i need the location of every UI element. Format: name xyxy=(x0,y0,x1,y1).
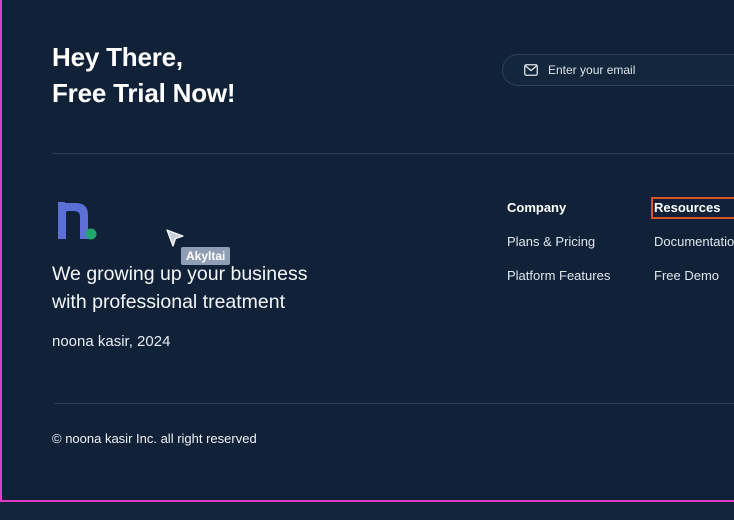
footer-nav-resources: Resources Documentation Free Demo xyxy=(650,197,734,285)
headline-line-1: Hey There, xyxy=(52,42,183,72)
nav-link-free-demo[interactable]: Free Demo xyxy=(654,267,734,285)
noona-logo xyxy=(58,202,97,240)
nav-link-platform-features[interactable]: Platform Features xyxy=(507,267,610,285)
tagline-line-2: with professional treatment xyxy=(52,291,286,313)
footer-frame: Hey There, Free Trial Now! We growing up… xyxy=(0,0,734,502)
cta-headline: Hey There, Free Trial Now! xyxy=(52,39,236,111)
copyright-text: © noona kasir Inc. all right reserved xyxy=(52,431,257,446)
footer-nav-company: Company Plans & Pricing Platform Feature… xyxy=(507,199,610,285)
section-divider-bottom xyxy=(54,403,734,404)
nav-link-documentation[interactable]: Documentation xyxy=(654,233,734,251)
email-subscribe-field[interactable] xyxy=(502,54,734,86)
email-input[interactable] xyxy=(548,59,734,81)
nav-heading-company[interactable]: Company xyxy=(507,199,610,217)
bottom-strip xyxy=(0,502,734,520)
section-divider-top xyxy=(52,153,734,154)
nav-link-plans-pricing[interactable]: Plans & Pricing xyxy=(507,233,610,251)
collaborator-cursor-label: Akyltai xyxy=(181,247,231,265)
tagline-line-1: We growing up your business xyxy=(52,263,308,285)
mail-icon xyxy=(524,64,538,76)
brand-tagline: We growing up your business with profess… xyxy=(52,260,307,316)
brand-name-year: noona kasir, 2024 xyxy=(52,333,171,350)
nav-heading-resources[interactable]: Resources xyxy=(650,197,734,219)
headline-line-2: Free Trial Now! xyxy=(52,78,236,108)
collaborator-cursor-icon xyxy=(166,229,184,247)
